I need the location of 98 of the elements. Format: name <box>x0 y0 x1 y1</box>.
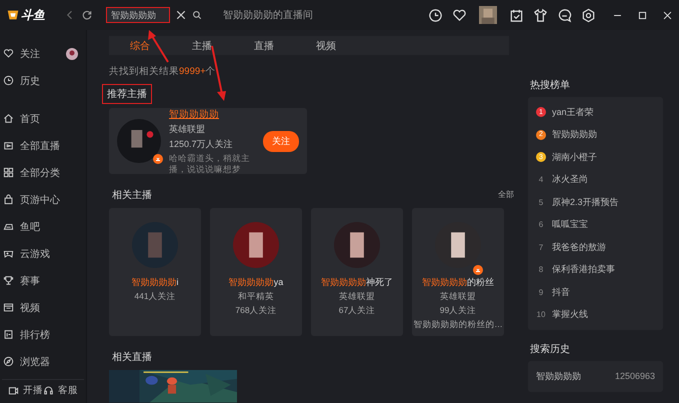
section-title: 推荐主播 <box>102 84 152 104</box>
sidebar-item[interactable]: 客服 <box>58 384 78 397</box>
avatar <box>117 119 161 164</box>
sidebar-item[interactable]: 视频 <box>20 300 40 314</box>
sidebar-item[interactable]: 云游戏 <box>20 246 50 260</box>
tab[interactable]: 主播 <box>175 36 229 55</box>
streamer-card[interactable]: 智勋勋勋勋神死了 英雄联盟 67人关注 <box>311 208 403 336</box>
hot-search-item[interactable]: 湖南小橙子 <box>552 150 597 164</box>
avatar <box>233 222 279 268</box>
refresh-icon[interactable] <box>81 9 93 21</box>
info-text: 智勋勋勋勋的粉丝的… <box>413 319 503 332</box>
annotation-arrow <box>148 30 169 63</box>
section-title: 搜索历史 <box>530 342 571 356</box>
info-text: 67人关注 <box>338 305 376 318</box>
clock-icon[interactable] <box>428 8 443 22</box>
tv-icon <box>3 140 14 151</box>
streamer-name[interactable]: 智勋勋勋勋 <box>169 108 255 122</box>
app-logo: 斗鱼 <box>21 6 45 24</box>
follower-count: 1250.7万人关注 <box>169 138 234 152</box>
hot-search-item[interactable]: 保利香港拍卖事 <box>552 263 615 276</box>
compass-icon <box>3 356 14 367</box>
sidebar-item[interactable]: 全部直播 <box>20 138 60 152</box>
hot-search-item[interactable]: 掌握火线 <box>552 308 588 322</box>
rank-number: 9 <box>538 288 544 297</box>
heart-icon <box>3 48 14 59</box>
rank-number: 5 <box>538 198 544 207</box>
close-icon[interactable] <box>175 9 187 21</box>
sidebar-item[interactable]: 开播 <box>23 384 43 397</box>
section-title: 相关主播 <box>111 188 153 204</box>
video-icon <box>3 302 14 313</box>
history-count: 12506963 <box>614 371 655 382</box>
streamer-name: 智勋勋勋勋神死了 <box>321 276 393 290</box>
hot-search-item[interactable]: 冰火圣尚 <box>552 173 588 186</box>
settings-icon[interactable] <box>581 8 596 22</box>
streamer-card[interactable]: 智勋勋勋勋 英雄联盟 1250.7万人关注 哈哈霸道头，稍就主播，说说说嘛想梦 关注 <box>109 108 307 174</box>
avatar <box>66 48 78 60</box>
tab[interactable]: 综合 <box>113 36 167 55</box>
close-window-icon[interactable] <box>662 10 673 20</box>
sidebar-item[interactable]: 赛事 <box>20 274 40 288</box>
rank-number: 7 <box>538 242 544 252</box>
hot-search-item[interactable]: 原神2.3开播预告 <box>552 196 619 209</box>
hot-search-item[interactable]: 呱呱宝宝 <box>552 218 588 232</box>
description-text: 哈哈霸道头，稍就主播，说说说嘛想梦 <box>169 153 251 174</box>
streamer-card[interactable]: 智勋勋勋勋的粉丝 英雄联盟 99人关注 智勋勋勋勋的粉丝的… <box>412 208 504 336</box>
hot-search-item[interactable]: 抖音 <box>552 286 570 299</box>
section-title: 相关直播 <box>111 350 153 366</box>
streamer-card[interactable]: 智勋勋勋勋ya 和平精英 768人关注 <box>210 208 302 336</box>
hot-search-item[interactable]: 智勋勋勋勋 <box>552 128 597 142</box>
sidebar-item[interactable]: 页游中心 <box>20 192 60 206</box>
streamer-card[interactable]: 智勋勋勋勋i 441人关注 <box>109 208 201 336</box>
rank-number: 4 <box>538 175 544 184</box>
section-title: 热搜榜单 <box>530 78 571 92</box>
streamer-name: 智勋勋勋勋ya <box>228 276 284 290</box>
result-count: 共找到相关结果9999+个 <box>109 65 217 78</box>
user-avatar[interactable] <box>477 6 499 24</box>
rank-number: 6 <box>538 220 544 230</box>
info-text: 99人关注 <box>440 305 476 318</box>
grid-icon <box>3 167 14 178</box>
logo-icon <box>6 8 20 22</box>
tab[interactable]: 视频 <box>299 36 353 55</box>
search-icon[interactable] <box>192 10 202 20</box>
streamer-name: 智勋勋勋勋i <box>132 276 178 290</box>
avatar <box>132 222 178 268</box>
home-icon <box>3 113 14 124</box>
sidebar-item[interactable]: 关注 <box>20 46 40 60</box>
category-text: 英雄联盟 <box>169 123 206 136</box>
sidebar-item[interactable]: 历史 <box>20 74 40 88</box>
hot-search-item[interactable]: 我爸爸的敖游 <box>552 240 606 254</box>
info-text: 768人关注 <box>235 305 277 318</box>
all-link[interactable]: 全部 <box>498 188 514 200</box>
rank-number: 8 <box>538 265 544 274</box>
shirt-icon[interactable] <box>533 8 548 22</box>
gamepad-icon <box>3 248 14 259</box>
info-text: 英雄联盟 <box>440 291 476 304</box>
rank-number: 10 <box>536 310 546 320</box>
heart-icon[interactable] <box>452 8 467 22</box>
camera-icon <box>8 385 19 396</box>
info-text: 和平精英 <box>238 291 274 304</box>
trophy-icon <box>3 275 14 286</box>
search-field[interactable]: 智勋勋勋勋 <box>106 7 170 23</box>
sidebar-item[interactable]: 鱼吧 <box>20 220 40 234</box>
sidebar-item[interactable]: 全部分类 <box>20 166 60 180</box>
chat-icon[interactable] <box>557 8 572 22</box>
avatar <box>334 222 380 268</box>
sidebar-item[interactable]: 首页 <box>20 112 40 126</box>
maximize-icon[interactable] <box>637 10 648 20</box>
headset-icon <box>43 385 54 396</box>
sidebar-item[interactable]: 浏览器 <box>20 354 50 368</box>
clock-icon <box>3 75 14 86</box>
sidebar-item[interactable]: 排行榜 <box>20 328 50 342</box>
tab[interactable]: 直播 <box>237 36 291 55</box>
info-text: 英雄联盟 <box>339 291 375 304</box>
calendar-icon[interactable] <box>509 8 524 22</box>
streamer-name: 智勋勋勋勋的粉丝 <box>422 276 494 290</box>
hot-search-item[interactable]: yan王者荣 <box>552 106 594 119</box>
history-item[interactable]: 智勋勋勋勋 <box>536 370 581 383</box>
browser-tab[interactable]: 智勋勋勋勋的直播间 <box>223 8 313 22</box>
info-text: 441人关注 <box>134 291 176 304</box>
